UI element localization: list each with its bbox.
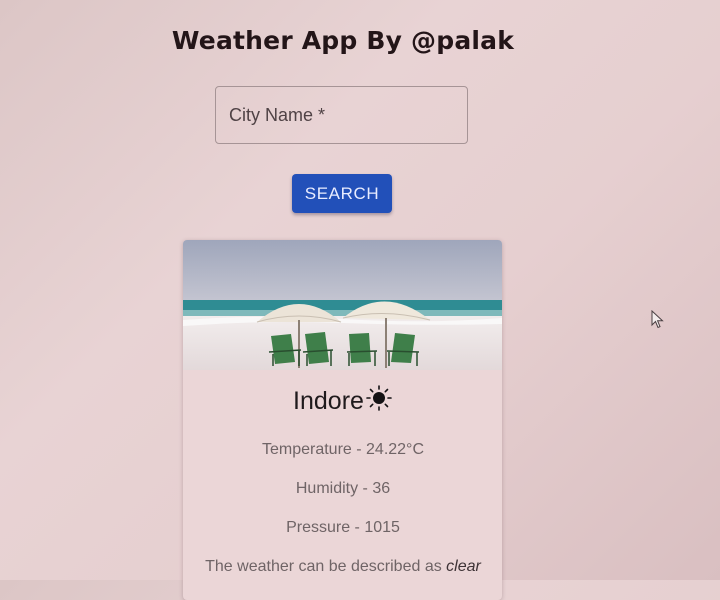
humidity-line: Humidity - 36 [0,480,686,498]
city-name-input[interactable] [216,87,467,143]
separator: - [350,519,365,536]
description-prefix: The weather can be described as [205,558,442,575]
app-title: Weather App By @palak [171,26,515,55]
description-value: clear [446,558,481,575]
humidity-label: Humidity [295,480,359,497]
pressure-value: 1015 [364,519,400,536]
pressure-line: Pressure - 1015 [0,519,686,537]
temperature-value: 24.22°C [366,441,425,458]
city-heading: Indore [0,385,686,416]
weather-description: The weather can be described as clear [0,558,686,576]
separator: - [358,480,373,497]
temperature-label: Temperature [261,441,352,458]
pressure-label: Pressure [286,519,351,536]
mouse-cursor-icon [651,310,664,329]
beach-image [183,240,502,370]
search-button[interactable]: SEARCH [292,174,392,213]
city-name-field[interactable] [215,86,468,144]
city-name: Indore [293,386,364,415]
humidity-value: 36 [372,480,391,497]
temperature-line: Temperature - 24.22°C [0,441,686,459]
separator: - [351,441,367,458]
weather-card [183,240,502,600]
sun-icon [366,385,392,412]
